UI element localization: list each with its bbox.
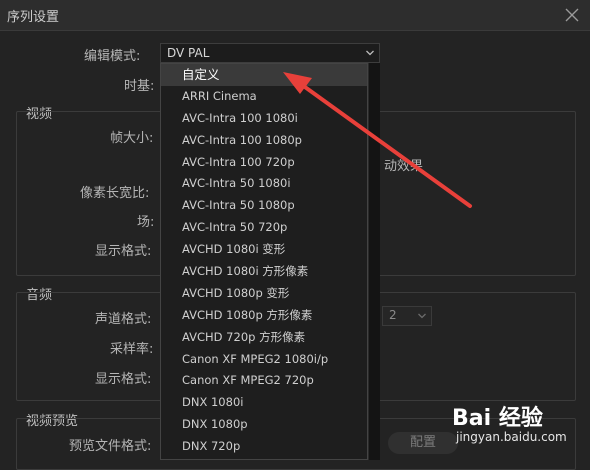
baidu-jingyan-watermark: Bai 经验 jingyan.baidu.com: [452, 400, 582, 448]
annotation-arrow-icon: [283, 72, 472, 208]
watermark-logo: Bai 经验: [452, 406, 543, 431]
watermark-url: jingyan.baidu.com: [456, 430, 567, 444]
